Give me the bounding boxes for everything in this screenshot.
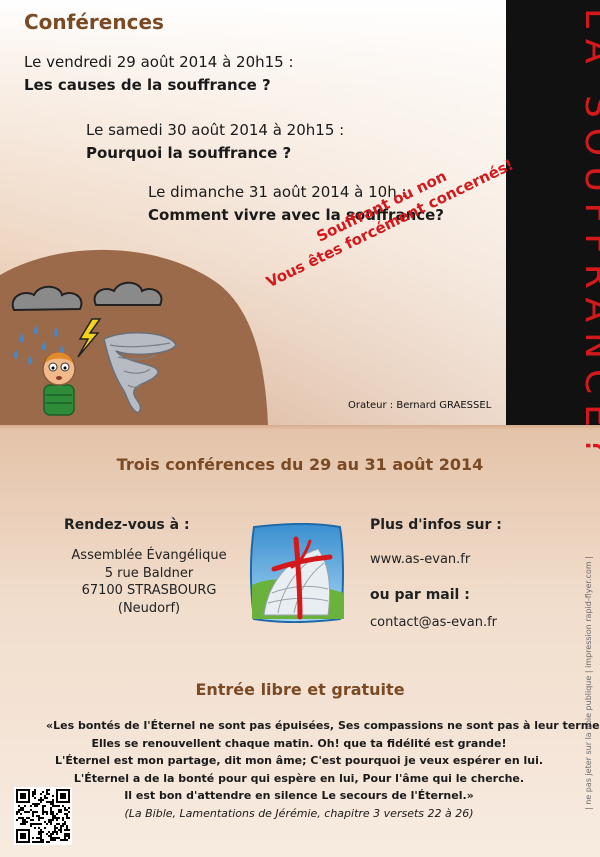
dates-heading: Trois conférences du 29 au 31 août 2014 bbox=[116, 455, 484, 474]
quote-source: (La Bible, Lamentations de Jérémie, chap… bbox=[124, 806, 474, 820]
mail-heading: ou par mail : bbox=[370, 587, 470, 603]
entry-note: Entrée libre et gratuite bbox=[195, 680, 405, 699]
bible-quote: «Les bontés de l'Éternel ne sont pas épu… bbox=[46, 717, 600, 822]
quote-line-2: Elles se renouvellent chaque matin. Oh! … bbox=[91, 736, 507, 750]
website-link[interactable]: www.as-evan.fr bbox=[370, 552, 470, 567]
quote-line-3: L'Éternel est mon partage, dit mon âme; … bbox=[54, 754, 544, 767]
church-logo bbox=[250, 523, 344, 623]
address-block: Assemblée Évangélique 5 rue Baldner 6710… bbox=[60, 547, 238, 617]
talk-3-date: Le dimanche 31 août 2014 à 10h : bbox=[148, 183, 407, 201]
info-heading: Plus d'infos sur : bbox=[370, 517, 502, 533]
talk-2-date: Le samedi 30 août 2014 à 20h15 : bbox=[86, 121, 345, 139]
vertical-title-text: LA SOUFFRANCE? bbox=[577, 8, 600, 467]
rendezvous-heading: Rendez-vous à : bbox=[64, 517, 190, 533]
quote-line-5: Il est bon d'attendre en silence Le seco… bbox=[124, 789, 474, 802]
talk-2-title: Pourquoi la souffrance ? bbox=[86, 144, 292, 162]
quote-line-4: L'Éternel a de la bonté pour qui espère … bbox=[73, 771, 525, 785]
quote-line-1: «Les bontés de l'Éternel ne sont pas épu… bbox=[46, 719, 600, 732]
address-line-2: 5 rue Baldner bbox=[104, 565, 194, 581]
speaker-credit: Orateur : Bernard GRAESSEL bbox=[348, 400, 492, 411]
address-line-3: 67100 STRASBOURG bbox=[81, 583, 217, 599]
talk-1-title: Les causes de la souffrance ? bbox=[24, 76, 271, 94]
section-title: Conférences bbox=[24, 10, 164, 34]
qr-code[interactable] bbox=[14, 787, 72, 845]
flyer-page: Conférences Le vendredi 29 août 2014 à 2… bbox=[0, 0, 600, 857]
address-line-1: Assemblée Évangélique bbox=[71, 548, 227, 563]
address-line-4: (Neudorf) bbox=[117, 600, 181, 616]
vertical-title-band: LA SOUFFRANCE? bbox=[506, 0, 600, 466]
side-note: | ne pas jeter sur la voie publique | im… bbox=[584, 556, 593, 810]
email-link[interactable]: contact@as-evan.fr bbox=[370, 615, 497, 630]
talk-1-date: Le vendredi 29 août 2014 à 20h15 : bbox=[24, 53, 294, 71]
storm-illustration bbox=[0, 249, 268, 425]
